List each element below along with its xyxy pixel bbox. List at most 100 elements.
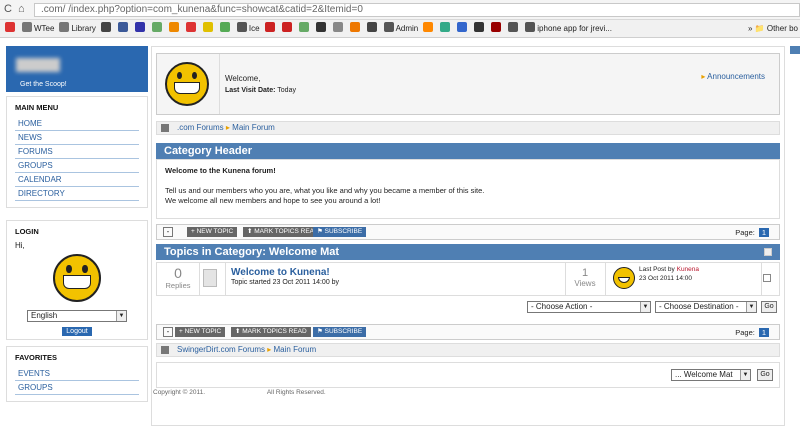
page-1-link[interactable]: 1 — [758, 228, 769, 237]
last-post-info: Last Post by Kunena 23 Oct 2011 14:00 — [639, 266, 700, 282]
bookmark-item[interactable]: Library — [59, 20, 96, 37]
bookmark-item[interactable]: Ice — [236, 20, 260, 37]
pagination: Page: 1 — [735, 228, 769, 237]
bookmark-icon — [525, 22, 536, 32]
bookmark-item[interactable] — [202, 20, 215, 37]
logout-button[interactable]: Logout — [62, 327, 92, 336]
new-topic-button[interactable]: + NEW TOPIC — [187, 227, 238, 237]
bookmark-item[interactable] — [298, 20, 311, 37]
bookmark-item[interactable] — [508, 20, 520, 37]
topic-actions-top: - + NEW TOPIC ⬆ MARK TOPICS READ ⚑ SUBSC… — [156, 224, 780, 240]
login-title: LOGIN — [15, 227, 39, 236]
breadcrumb-current[interactable]: Main Forum — [274, 345, 317, 354]
views-count: 1 Views — [574, 267, 596, 288]
breadcrumb-site-link[interactable]: SwingerDirt.com Forums — [177, 345, 265, 354]
bookmark-item[interactable]: Admin — [383, 20, 418, 37]
breadcrumb-current[interactable]: Main Forum — [232, 123, 275, 132]
bookmark-item[interactable] — [281, 20, 294, 37]
bookmark-item[interactable] — [457, 20, 469, 37]
breadcrumb-bottom: SwingerDirt.com Forums ▸ Main Forum — [156, 343, 780, 357]
collapse-icon[interactable]: - — [163, 227, 173, 237]
replies-count: 0 Replies — [165, 265, 191, 290]
topic-title-link[interactable]: Welcome to Kunena! — [231, 267, 330, 278]
menu-item-calendar[interactable]: CALENDAR — [15, 173, 139, 187]
bookmark-icon — [281, 22, 292, 32]
mark-read-button[interactable]: ⬆ MARK TOPICS READ — [231, 327, 311, 337]
main-menu: MAIN MENU HOME NEWS FORUMS GROUPS CALEND… — [6, 96, 148, 208]
bookmark-item[interactable] — [315, 20, 328, 37]
bookmark-icon — [219, 22, 230, 32]
last-post-author[interactable]: Kunena — [677, 266, 699, 273]
footer-rights: All Rights Reserved. — [266, 389, 326, 396]
choose-destination-select[interactable]: - Choose Destination - ▼ — [655, 301, 757, 313]
bookmark-item[interactable]: iphone app for jrevi... — [525, 20, 612, 37]
favorites-item-groups[interactable]: GROUPS — [15, 381, 139, 395]
login-box: LOGIN Hi, English ▼ Logout — [6, 220, 148, 340]
bookmark-icon — [236, 22, 247, 32]
bookmark-item[interactable] — [423, 20, 435, 37]
last-post-avatar[interactable] — [613, 267, 635, 289]
topics-header-bar: Topics in Category: Welcome Mat — [156, 244, 780, 260]
language-select[interactable]: English ▼ — [27, 310, 127, 322]
url-field[interactable]: .com/ /index.php?option=com_kunena&func=… — [34, 3, 800, 17]
bookmark-item[interactable] — [349, 20, 362, 37]
subscribe-button[interactable]: ⚑ SUBSCRIBE — [313, 227, 367, 237]
bookmark-item[interactable] — [491, 20, 503, 37]
site-logo[interactable]: Get the Scoop! — [6, 46, 148, 92]
bookmark-item[interactable]: WTee — [22, 20, 54, 37]
bookmark-icon — [117, 22, 128, 32]
bookmark-item[interactable] — [151, 20, 164, 37]
menu-item-forums[interactable]: FORUMS — [15, 145, 139, 159]
other-bookmarks[interactable]: » 📁 Other bo — [744, 20, 798, 37]
bookmark-icon — [5, 22, 15, 32]
bookmark-item[interactable] — [264, 20, 277, 37]
bookmark-item[interactable] — [185, 20, 198, 37]
bookmark-icon — [440, 22, 451, 32]
reload-icon[interactable]: C — [4, 3, 12, 15]
menu-item-news[interactable]: NEWS — [15, 131, 139, 145]
bookmark-icon — [185, 22, 196, 32]
welcome-box: Welcome, Last Visit Date: Today ▸ Announ… — [156, 53, 780, 115]
moderation-go-button[interactable]: Go — [761, 301, 777, 313]
bookmark-icon — [474, 22, 485, 32]
forum-jump-select[interactable]: ... Welcome Mat ▼ — [671, 369, 751, 381]
home-icon[interactable]: ⌂ — [18, 3, 25, 15]
menu-item-directory[interactable]: DIRECTORY — [15, 187, 139, 201]
collapse-icon[interactable]: - — [163, 327, 173, 337]
bookmark-icon — [366, 22, 377, 32]
breadcrumb-site-link[interactable]: .com Forums — [177, 123, 224, 132]
menu-item-home[interactable]: HOME — [15, 117, 139, 131]
bookmark-item[interactable] — [440, 20, 452, 37]
announcements-link[interactable]: ▸ Announcements — [701, 72, 765, 81]
mark-read-button[interactable]: ⬆ MARK TOPICS READ — [243, 227, 323, 237]
bookmark-item[interactable] — [366, 20, 379, 37]
bookmark-icon — [332, 22, 343, 32]
bookmark-item[interactable] — [117, 20, 130, 37]
welcome-text: Welcome, — [225, 74, 261, 83]
page-1-link[interactable]: 1 — [758, 328, 769, 337]
bookmark-label: Library — [71, 24, 96, 33]
last-post-label[interactable]: Last Post — [639, 266, 666, 273]
category-heading: Welcome to the Kunena forum! — [165, 166, 276, 175]
new-topic-button[interactable]: + NEW TOPIC — [175, 327, 226, 337]
bookmark-item[interactable] — [100, 20, 113, 37]
bookmark-item[interactable] — [332, 20, 345, 37]
jump-go-button[interactable]: Go — [757, 369, 773, 381]
user-avatar[interactable] — [53, 254, 101, 302]
choose-action-select[interactable]: - Choose Action - ▼ — [527, 301, 651, 313]
bookmark-item[interactable] — [474, 20, 486, 37]
bookmark-icon — [423, 22, 434, 32]
subscribe-button[interactable]: ⚑ SUBSCRIBE — [313, 327, 367, 337]
bookmark-icon — [22, 22, 32, 32]
bookmark-icon — [508, 22, 519, 32]
bookmark-icon — [59, 22, 70, 32]
bookmark-item[interactable] — [219, 20, 232, 37]
menu-item-groups[interactable]: GROUPS — [15, 159, 139, 173]
topic-checkbox[interactable] — [763, 274, 771, 282]
bookmark-item[interactable] — [168, 20, 181, 37]
bookmarks-bar: WTee Library Ice Admin iphone app for jrevi.… — [0, 20, 800, 38]
select-all-checkbox[interactable] — [764, 248, 772, 256]
bookmark-item[interactable] — [5, 20, 17, 37]
bookmark-item[interactable] — [134, 20, 147, 37]
favorites-item-events[interactable]: EVENTS — [15, 367, 139, 381]
